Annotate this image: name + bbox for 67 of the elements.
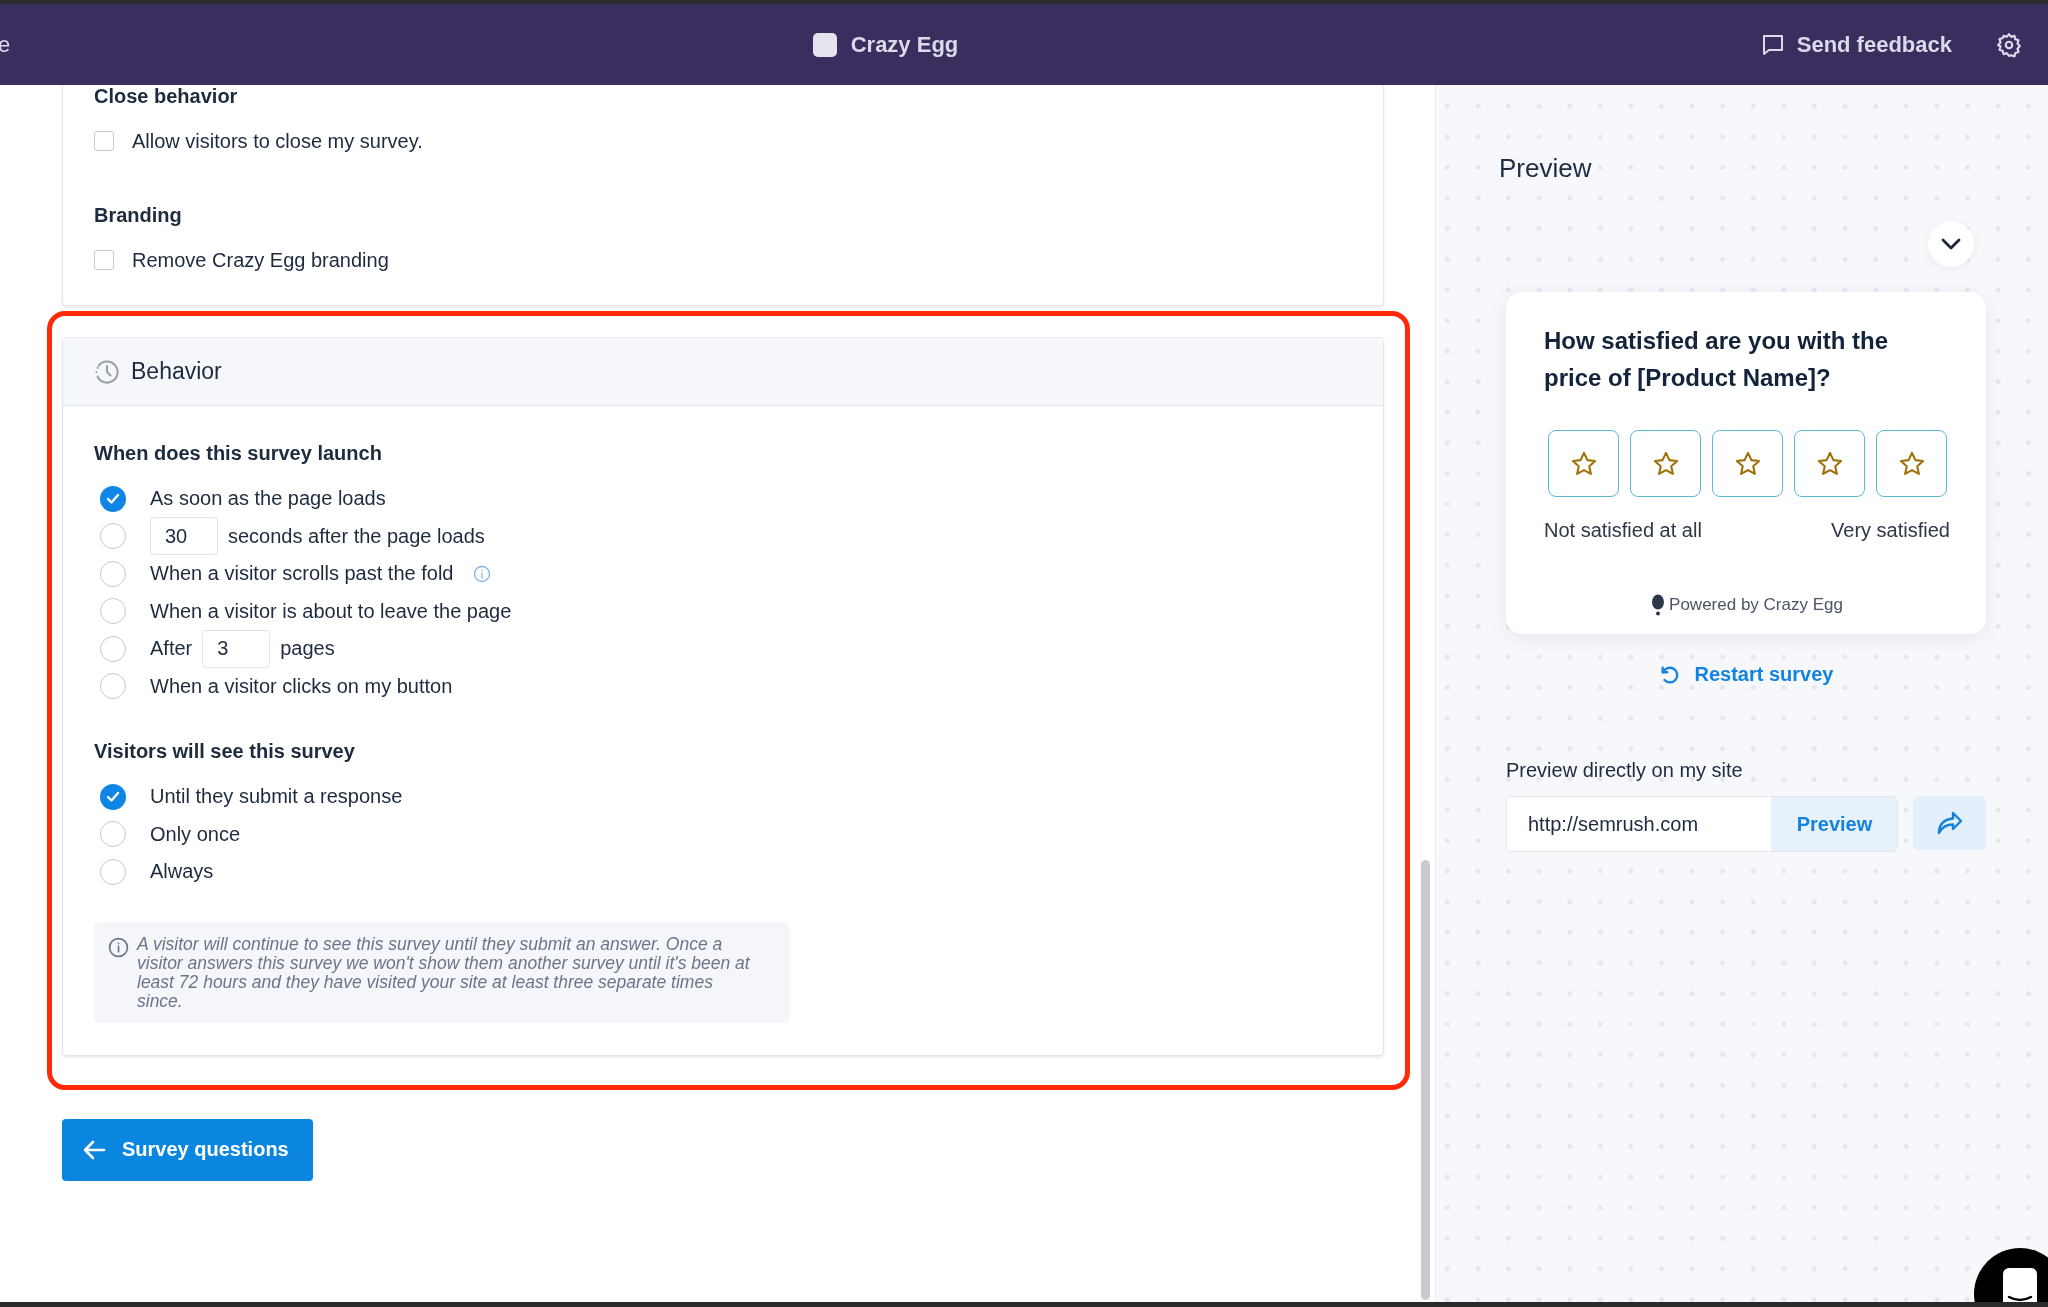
option-label: As soon as the page loads	[150, 487, 386, 511]
star-rating-option[interactable]	[1876, 430, 1947, 497]
option-label: pages	[280, 637, 335, 661]
preview-title: Preview	[1499, 153, 1593, 184]
radio-button[interactable]	[100, 598, 126, 625]
survey-question: How satisfied are you with the price of [Product Name]?	[1544, 326, 1890, 393]
number-input[interactable]: 3	[202, 629, 271, 668]
star-icon	[1651, 449, 1680, 478]
option-label: When a visitor scrolls past the fold	[150, 562, 454, 586]
info-icon	[108, 936, 129, 958]
settings-icon[interactable]	[1996, 31, 2022, 58]
radio-button[interactable]	[100, 673, 126, 700]
star-icon	[1815, 449, 1844, 478]
scrollbar[interactable]	[1421, 860, 1430, 1300]
card-title: Behavior	[131, 358, 222, 385]
chat-icon	[2003, 1268, 2037, 1302]
note-text: A visitor will continue to see this survey until they submit an answer. Once a visitor answers this survey we won't show them another survey until it's been at least 72 hours and they have visited your site at least three separate times since.	[137, 934, 750, 1011]
arrow-left-icon	[82, 1138, 106, 1161]
star-rating-option[interactable]	[1548, 430, 1619, 497]
chevron-down-icon	[1939, 236, 1963, 252]
share-button[interactable]	[1913, 796, 1986, 850]
star-icon	[1569, 449, 1598, 478]
radio-button[interactable]	[100, 635, 126, 662]
section-heading: Branding	[94, 203, 183, 228]
speech-bubble-icon	[1760, 32, 1785, 57]
group-heading: When does this survey launch	[94, 441, 383, 466]
option-label: Until they submit a response	[150, 785, 403, 809]
number-input[interactable]: 30	[150, 517, 218, 556]
radio-button[interactable]	[100, 523, 126, 550]
restart-survey-link[interactable]: Restart survey	[1658, 663, 1834, 686]
check-icon	[106, 492, 120, 505]
checkbox-label: Remove Crazy Egg branding	[132, 248, 389, 272]
option-label: After	[150, 637, 193, 661]
option-label: When a visitor clicks on my button	[150, 674, 453, 698]
checkbox[interactable]	[94, 131, 114, 151]
collapse-button[interactable]	[1928, 221, 1974, 267]
scale-high-label: Very satisfied	[1831, 519, 1950, 542]
url-field[interactable]: http://semrush.com Preview	[1506, 796, 1899, 852]
radio-button[interactable]	[100, 858, 126, 885]
check-icon	[106, 790, 120, 803]
radio-button[interactable]	[100, 783, 126, 810]
send-feedback-button[interactable]: Send feedback	[1760, 31, 1952, 58]
radio-button[interactable]	[100, 821, 126, 848]
preview-site-label: Preview directly on my site	[1506, 759, 1744, 782]
egg-icon	[1651, 594, 1666, 616]
app-title: Crazy Egg	[850, 31, 959, 58]
star-rating-option[interactable]	[1712, 430, 1783, 497]
radio-button[interactable]	[100, 560, 126, 587]
info-icon[interactable]	[473, 564, 492, 583]
star-rating-option[interactable]	[1630, 430, 1701, 497]
section-heading: Close behavior	[94, 84, 239, 109]
radio-button[interactable]	[100, 485, 126, 512]
option-label: Always	[150, 860, 214, 884]
option-label: When a visitor is about to leave the page	[150, 599, 512, 623]
scale-low-label: Not satisfied at all	[1544, 519, 1702, 542]
checkbox[interactable]	[94, 250, 114, 270]
group-heading: Visitors will see this survey	[94, 739, 356, 764]
option-label: Only once	[150, 822, 241, 846]
powered-by-text: Powered by Crazy Egg	[1669, 595, 1843, 615]
share-icon	[1935, 810, 1964, 836]
survey-questions-button[interactable]: Survey questions	[62, 1118, 313, 1181]
star-rating-option[interactable]	[1794, 430, 1865, 497]
option-label: seconds after the page loads	[228, 524, 485, 548]
checkbox-label: Allow visitors to close my survey.	[132, 129, 423, 153]
logo-icon	[812, 32, 837, 57]
star-icon	[1897, 449, 1926, 478]
star-icon	[1733, 449, 1762, 478]
